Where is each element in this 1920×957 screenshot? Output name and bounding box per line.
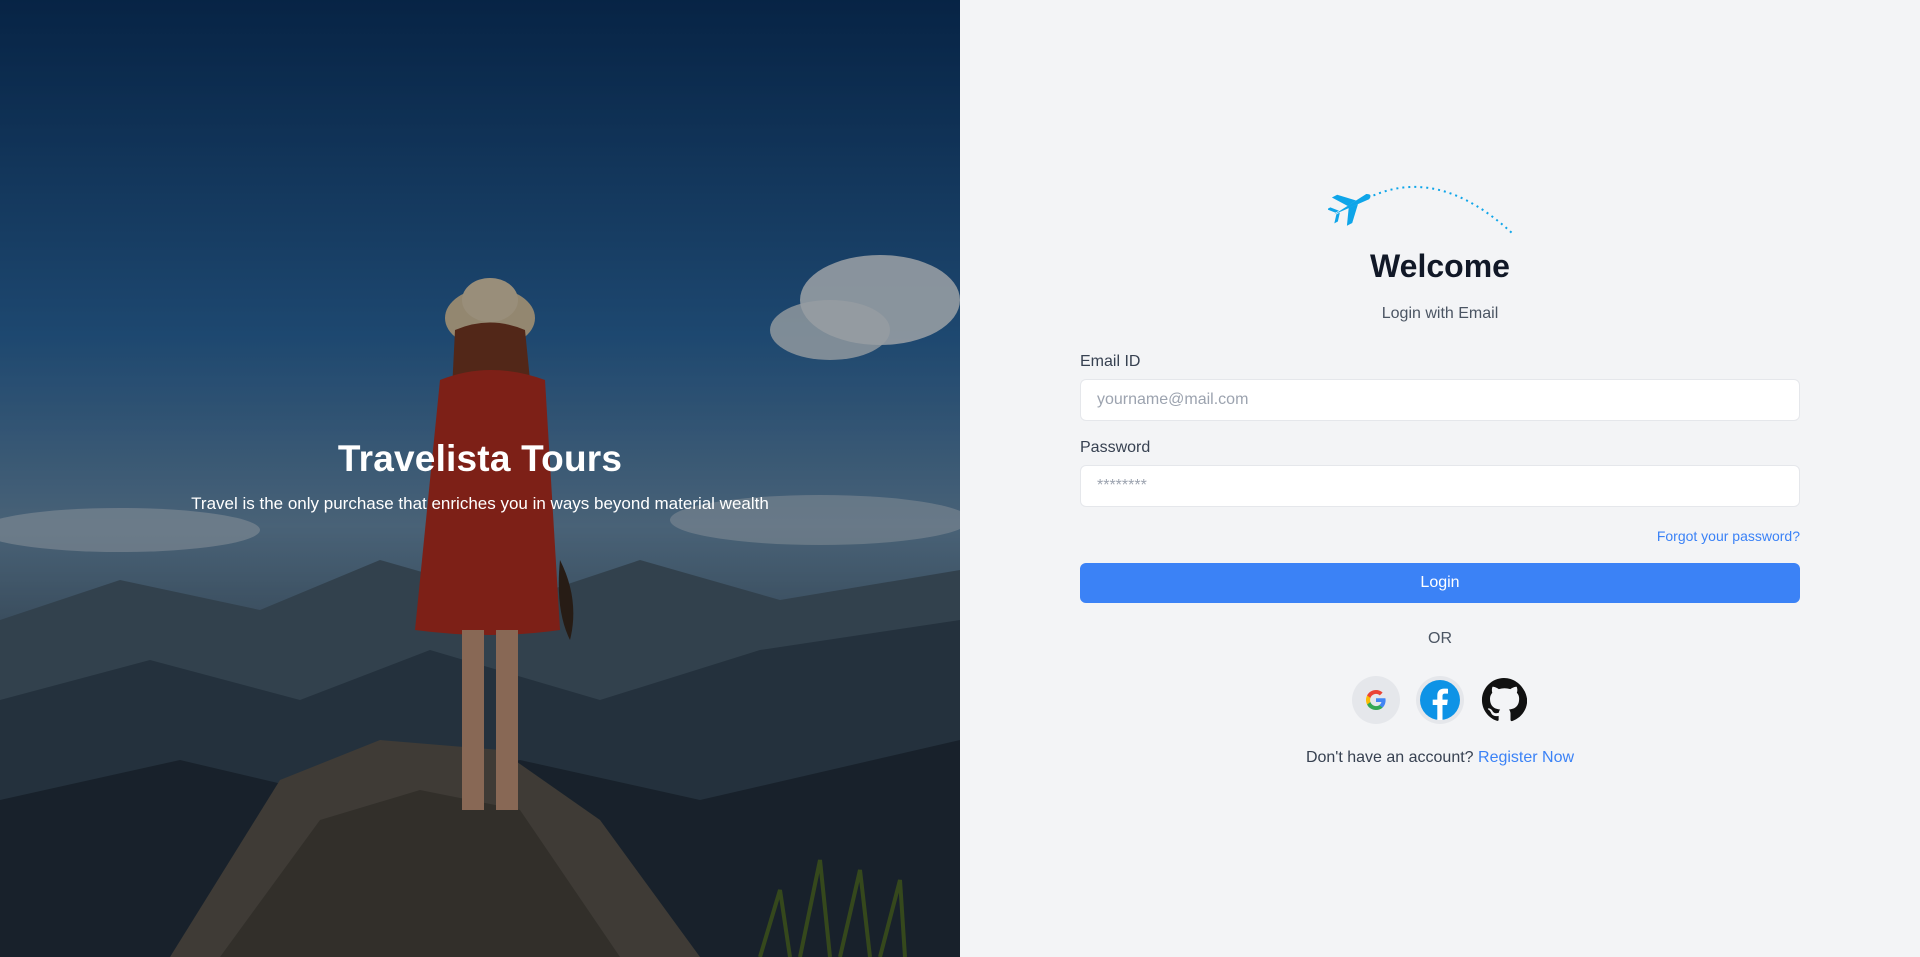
- github-icon: [1481, 677, 1527, 722]
- google-icon: [1366, 690, 1386, 710]
- social-login-group: [960, 676, 1920, 724]
- password-input[interactable]: [1080, 465, 1800, 507]
- login-subtitle: Login with Email: [1381, 305, 1499, 322]
- github-login-button[interactable]: [1480, 676, 1528, 724]
- register-prompt: Don't have an account?: [1305, 749, 1474, 766]
- hero-panel: Travelista Tours Travel is the only purc…: [0, 0, 960, 957]
- email-input[interactable]: [1080, 379, 1800, 421]
- login-panel: Welcome Login with Email Email ID Passwo…: [960, 0, 1920, 957]
- google-login-button[interactable]: [1352, 676, 1400, 724]
- forgot-password-link[interactable]: Forgot your password?: [1657, 528, 1800, 544]
- or-divider: OR: [1428, 630, 1452, 647]
- facebook-login-button[interactable]: [1416, 676, 1464, 724]
- email-label: Email ID: [1080, 353, 1141, 370]
- facebook-icon: [1420, 680, 1460, 720]
- airplane-icon: [1328, 185, 1514, 235]
- brand-tagline: Travel is the only purchase that enriche…: [191, 494, 769, 513]
- hero-text-block: Travelista Tours Travel is the only purc…: [0, 438, 960, 514]
- brand-title: Travelista Tours: [337, 438, 623, 479]
- password-label: Password: [1080, 439, 1151, 456]
- welcome-title: Welcome: [1370, 248, 1510, 284]
- login-button[interactable]: Login: [1080, 563, 1800, 603]
- register-link[interactable]: Register Now: [1478, 749, 1574, 766]
- register-row: Don't have an account? Register Now: [960, 749, 1920, 767]
